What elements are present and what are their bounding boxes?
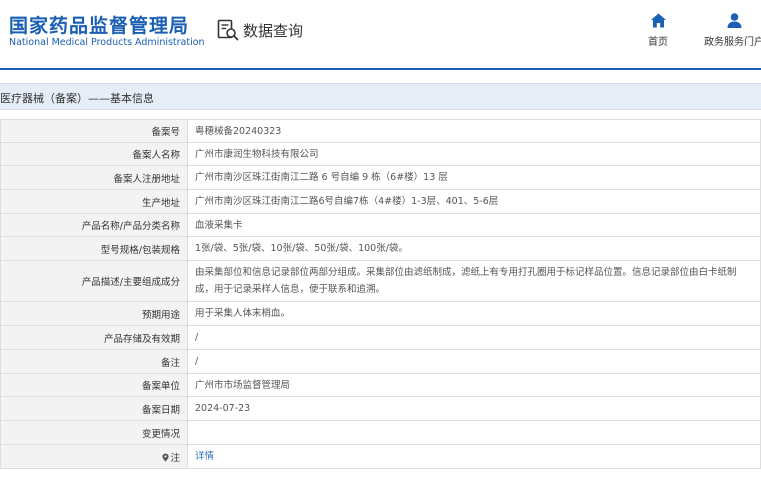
data-query-link[interactable]: 数据查询 — [217, 17, 303, 43]
table-row: 生产地址 广州市南沙区珠江街南江二路6号自编7栋（4#楼）1-3层、401、5-… — [0, 189, 761, 214]
row-value: 广州市南沙区珠江街南江二路6号自编7栋（4#楼）1-3层、401、5-6层 — [187, 189, 761, 214]
row-value: 由采集部位和信息记录部位两部分组成。采集部位由滤纸制成，滤纸上有专用打孔圈用于标… — [187, 260, 761, 302]
table-row: 备案日期 2024-07-23 — [0, 396, 761, 421]
row-label: 备案人注册地址 — [0, 165, 188, 190]
table-row: 备案人名称 广州市康润生物科技有限公司 — [0, 142, 761, 166]
row-label: 备案日期 — [0, 396, 188, 421]
row-label: 备案号 — [0, 119, 188, 143]
row-label: 产品描述/主要组成成分 — [0, 260, 188, 302]
section-header: 医疗器械（备案）——基本信息 — [0, 83, 761, 110]
row-value: 广州市康润生物科技有限公司 — [187, 142, 761, 166]
row-value: 粤穗械备20240323 — [187, 119, 761, 143]
row-value: 2024-07-23 — [187, 396, 761, 421]
table-row: 产品存储及有效期 / — [0, 325, 761, 350]
query-icon — [217, 19, 239, 41]
home-icon — [650, 13, 666, 28]
table-row: 备案人注册地址 广州市南沙区珠江街南江二路 6 号自编 9 栋（6#楼）13 层 — [0, 165, 761, 190]
row-label: 型号规格/包装规格 — [0, 236, 188, 261]
user-icon — [727, 13, 741, 28]
table-row: 产品名称/产品分类名称 血液采集卡 — [0, 213, 761, 237]
row-value: 广州市市场监督管理局 — [187, 373, 761, 397]
row-value: / — [187, 349, 761, 374]
section-title: 医疗器械（备案）——基本信息 — [0, 92, 154, 105]
note-label: 注 — [170, 452, 180, 464]
table-row: 注 详情 — [0, 444, 761, 469]
nav-service-portal[interactable]: 政务服务门户 — [704, 12, 761, 48]
row-label: 产品名称/产品分类名称 — [0, 213, 188, 237]
data-query-label: 数据查询 — [243, 21, 304, 40]
header-divider — [0, 68, 761, 70]
pin-icon — [162, 453, 170, 461]
row-label: 变更情况 — [0, 420, 188, 445]
table-row: 型号规格/包装规格 1张/袋、5张/袋、10张/袋、50张/袋、100张/袋。 — [0, 236, 761, 261]
detail-table: 备案号 粤穗械备20240323 备案人名称 广州市康润生物科技有限公司 备案人… — [0, 119, 761, 469]
row-label: 备案单位 — [0, 373, 188, 397]
row-value: 血液采集卡 — [187, 213, 761, 237]
nav-home-label: 首页 — [648, 37, 668, 48]
row-value — [187, 420, 761, 445]
row-label: 产品存储及有效期 — [0, 325, 188, 350]
nav-service-label: 政务服务门户 — [704, 37, 761, 48]
row-value: 用于采集人体末梢血。 — [187, 301, 761, 326]
table-row: 备案号 粤穗械备20240323 — [0, 119, 761, 143]
row-value: 广州市南沙区珠江街南江二路 6 号自编 9 栋（6#楼）13 层 — [187, 165, 761, 190]
nav-home[interactable]: 首页 — [648, 12, 668, 48]
site-header: 国家药品监督管理局 National Medical Products Admi… — [0, 0, 761, 68]
row-label-note: 注 — [0, 444, 188, 469]
table-row: 备注 / — [0, 349, 761, 374]
row-value: 1张/袋、5张/袋、10张/袋、50张/袋、100张/袋。 — [187, 236, 761, 261]
table-row: 预期用途 用于采集人体末梢血。 — [0, 301, 761, 326]
row-label: 生产地址 — [0, 189, 188, 214]
row-label: 预期用途 — [0, 301, 188, 326]
table-row: 备案单位 广州市市场监督管理局 — [0, 373, 761, 397]
row-value: 详情 — [187, 444, 761, 469]
row-label: 备注 — [0, 349, 188, 374]
table-row: 产品描述/主要组成成分 由采集部位和信息记录部位两部分组成。采集部位由滤纸制成，… — [0, 260, 761, 302]
site-logo-cn[interactable]: 国家药品监督管理局 — [9, 11, 189, 38]
table-row: 变更情况 — [0, 420, 761, 445]
row-label: 备案人名称 — [0, 142, 188, 166]
details-link[interactable]: 详情 — [195, 451, 214, 462]
site-logo-en[interactable]: National Medical Products Administration — [9, 37, 205, 48]
row-value: / — [187, 325, 761, 350]
